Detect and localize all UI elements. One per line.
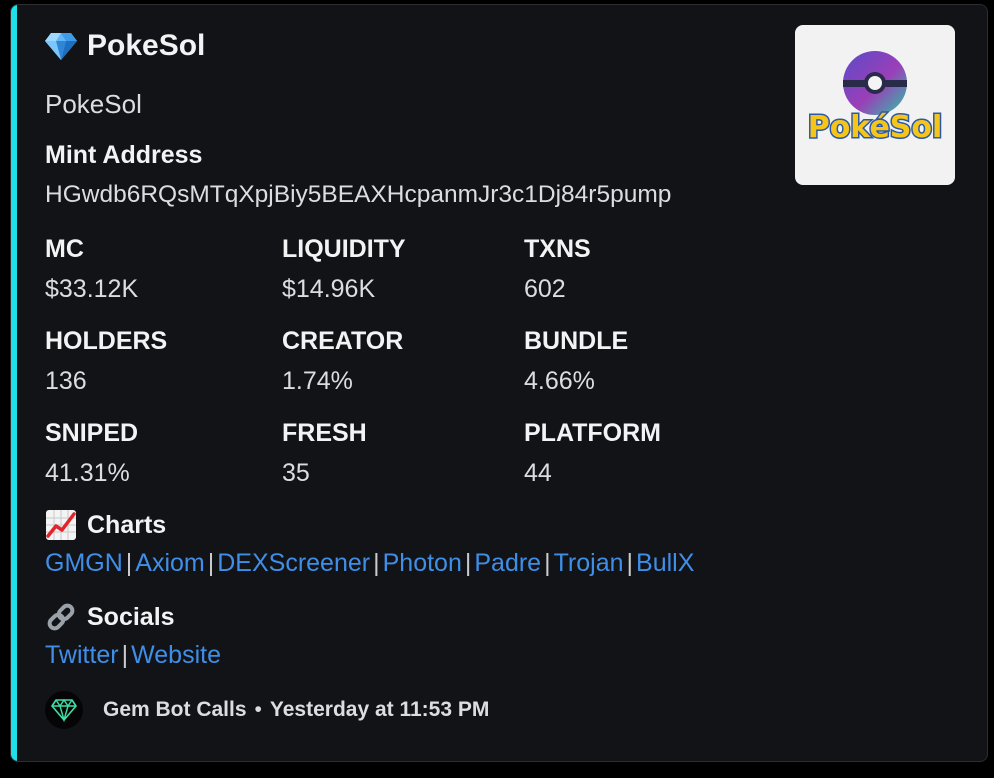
link-photon[interactable]: Photon: [383, 549, 462, 577]
embed-title[interactable]: PokeSol: [87, 29, 205, 63]
stat-label-holders: HOLDERS: [45, 327, 168, 355]
thumbnail-image[interactable]: PokéSol: [795, 25, 955, 185]
stat-label-platform: PLATFORM: [524, 419, 662, 447]
mint-address-value: HGwdb6RQsMTqXpjBiy5BEAXHcpanmJr3c1Dj84r5…: [45, 181, 672, 208]
link-gmgn[interactable]: GMGN: [45, 549, 123, 577]
link-icon: [47, 603, 75, 631]
charts-links: GMGN | Axiom | DEXScreener | Photon | Padre | Troj…: [45, 549, 694, 578]
chart-increasing-icon: [46, 510, 76, 540]
link-separator: |: [464, 549, 472, 577]
embed-title-row: PokeSol: [45, 29, 205, 63]
stat-value-mc: $33.12K: [45, 275, 139, 303]
stat-value-holders: 136: [45, 367, 87, 395]
link-dexscreener[interactable]: DEXScreener: [217, 549, 370, 577]
charts-header-label: Charts: [87, 510, 167, 539]
pokesol-logo-text: PokéSol: [808, 110, 943, 145]
link-twitter[interactable]: Twitter: [45, 641, 119, 669]
embed-card: PokeSol PokeSol Mint Address HGwdb6RQsMT…: [10, 4, 988, 762]
link-separator: |: [373, 549, 380, 577]
stat-value-txns: 602: [524, 275, 566, 303]
gem-icon: [45, 33, 77, 60]
embed-accent-bar: [11, 5, 17, 761]
stat-value-sniped: 41.31%: [45, 459, 130, 487]
pokesol-logo: PokéSol: [806, 51, 944, 147]
stat-value-liquidity: $14.96K: [282, 275, 376, 303]
link-padre[interactable]: Padre: [474, 549, 541, 577]
gem-avatar-icon[interactable]: [45, 691, 83, 729]
socials-links: Twitter | Website: [45, 641, 221, 670]
link-separator: |: [125, 549, 133, 577]
stat-label-txns: TXNS: [524, 235, 591, 263]
footer-dot: •: [254, 698, 262, 721]
embed-footer: Gem Bot Calls • Yesterday at 11:53 PM: [45, 691, 489, 729]
avatar-gem-icon: [51, 698, 77, 722]
footer-bot-name: Gem Bot Calls: [103, 698, 247, 721]
link-separator: |: [207, 549, 215, 577]
link-separator: |: [626, 549, 634, 577]
stat-value-creator: 1.74%: [282, 367, 353, 395]
stat-label-mc: MC: [45, 235, 84, 263]
stat-label-creator: CREATOR: [282, 327, 404, 355]
socials-header-label: Socials: [87, 602, 175, 631]
link-website[interactable]: Website: [131, 641, 221, 669]
stat-value-fresh: 35: [282, 459, 310, 487]
socials-header: Socials: [45, 601, 175, 633]
footer-timestamp: Yesterday at 11:53 PM: [269, 698, 490, 721]
charts-header: Charts: [45, 509, 166, 541]
stat-value-bundle: 4.66%: [524, 367, 595, 395]
link-separator: |: [544, 549, 551, 577]
link-bullx[interactable]: BullX: [636, 549, 694, 577]
stat-label-bundle: BUNDLE: [524, 327, 629, 355]
stat-value-platform: 44: [524, 459, 552, 487]
stat-label-fresh: FRESH: [282, 419, 367, 447]
stat-label-sniped: SNIPED: [45, 419, 139, 447]
link-trojan[interactable]: Trojan: [554, 549, 624, 577]
mint-address-label: Mint Address: [45, 141, 203, 169]
link-separator: |: [121, 641, 129, 669]
stat-label-liquidity: LIQUIDITY: [282, 235, 406, 263]
embed-subtitle: PokeSol: [45, 89, 142, 119]
link-axiom[interactable]: Axiom: [135, 549, 204, 577]
